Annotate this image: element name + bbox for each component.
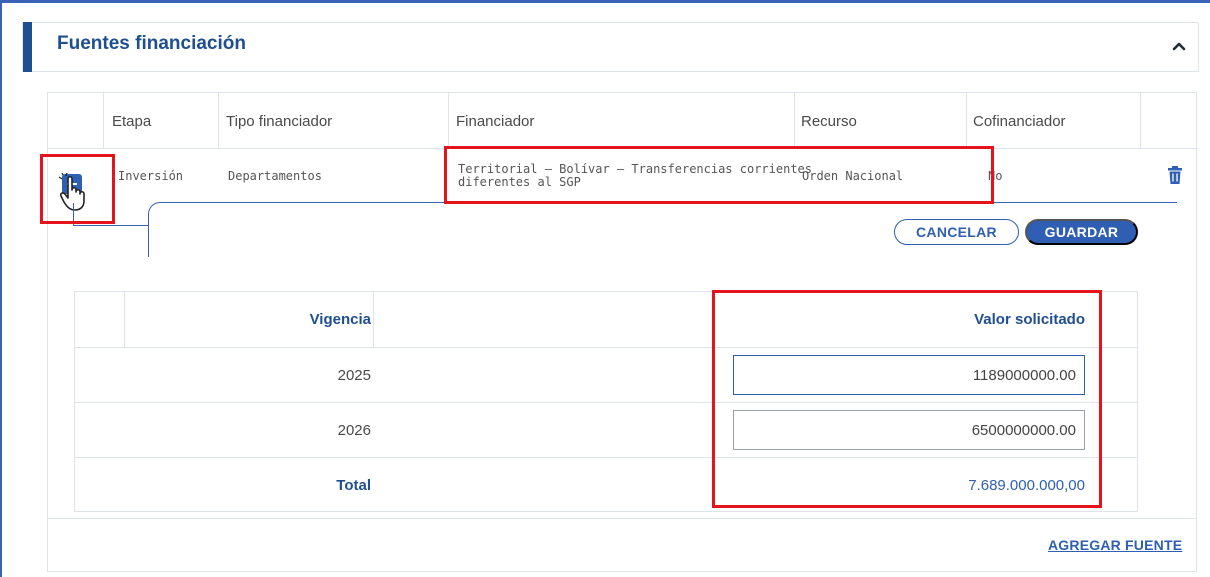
column-separator (103, 93, 104, 149)
add-source-link[interactable]: AGREGAR FUENTE (1048, 537, 1182, 553)
save-button[interactable]: GUARDAR (1025, 219, 1138, 245)
header-financiador: Financiador (456, 112, 535, 130)
header-recurso: Recurso (801, 112, 857, 130)
column-separator (794, 93, 795, 149)
section-header[interactable]: Fuentes financiación (22, 22, 1199, 72)
column-separator (966, 93, 967, 149)
header-etapa: Etapa (112, 112, 152, 130)
column-separator (218, 93, 219, 149)
chevron-up-icon[interactable] (1170, 37, 1188, 55)
header-vigencia: Vigencia (309, 311, 371, 328)
column-separator (448, 93, 449, 149)
trash-icon[interactable] (1167, 165, 1183, 185)
tree-connector (73, 225, 149, 226)
header-cofinanciador: Cofinanciador (973, 112, 1066, 130)
cancel-button[interactable]: CANCELAR (894, 219, 1019, 245)
table-header-row: Etapa Tipo financiador Financiador Recur… (48, 93, 1198, 149)
window-left-border (0, 0, 2, 577)
tree-connector (148, 213, 149, 257)
header-tipo-financiador: Tipo financiador (226, 112, 333, 130)
vigencia-value: 2026 (337, 422, 371, 439)
section-accent-bar (23, 22, 32, 72)
highlight-box-expand (40, 154, 115, 224)
footer-divider (48, 518, 1196, 519)
vigencia-value: 2025 (337, 367, 371, 384)
total-label: Total (336, 477, 371, 494)
highlight-box-financiador (444, 146, 994, 204)
column-separator (373, 292, 374, 348)
tree-connector (148, 202, 160, 214)
window-top-border (0, 0, 1210, 3)
cell-tipo-financiador: Departamentos (228, 168, 322, 183)
highlight-box-valores (712, 290, 1102, 508)
cell-etapa: Inversión (118, 168, 184, 183)
column-separator (1140, 93, 1141, 149)
section-title: Fuentes financiación (57, 33, 246, 54)
